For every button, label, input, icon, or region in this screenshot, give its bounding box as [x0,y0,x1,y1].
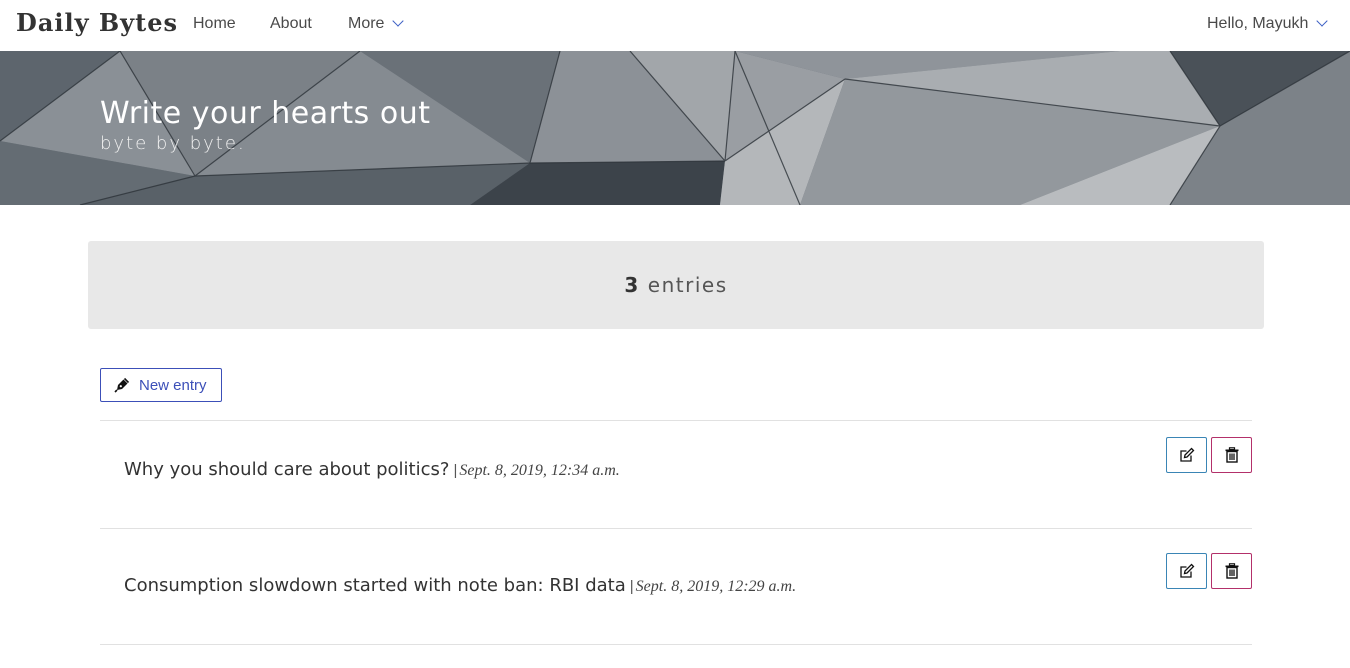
entry-separator: | [629,578,634,595]
entry-title[interactable]: Consumption slowdown started with note b… [124,575,626,596]
entry-date: Sept. 8, 2019, 12:34 a.m. [459,462,620,479]
brand-logo[interactable]: Daily Bytes [16,8,178,37]
list-divider [100,420,1252,421]
list-divider [100,528,1252,529]
hero-banner: Write your hearts out byte by byte. [0,51,1350,205]
entries-count-number: 3 [624,273,640,297]
nav-dropdown-more[interactable]: More [348,15,405,33]
edit-entry-button[interactable] [1166,437,1207,473]
edit-icon [1179,447,1194,462]
edit-icon [1179,563,1194,578]
entry-separator: | [453,462,458,479]
entries-count-label: entries [647,273,728,297]
chevron-down-icon [392,15,405,27]
trash-icon [1225,563,1238,579]
entry-row-2: Consumption slowdown started with note b… [124,575,796,596]
nav-link-more-label: More [348,15,385,32]
user-menu-dropdown[interactable]: Hello, Mayukh [1207,15,1329,33]
entry-date: Sept. 8, 2019, 12:29 a.m. [635,578,797,595]
list-divider [100,644,1252,645]
entry-row-1: Why you should care about politics? | Sept… [124,459,620,480]
nav-link-about[interactable]: About [270,15,312,33]
entries-count-panel: 3 entries [88,241,1264,329]
hero-subtitle: byte by byte. [100,133,246,154]
edit-entry-button[interactable] [1166,553,1207,589]
hero-title: Write your hearts out [100,96,431,131]
delete-entry-button[interactable] [1211,553,1252,589]
top-navbar: Daily Bytes Home About More Hello, Mayuk… [0,0,1350,51]
delete-entry-button[interactable] [1211,437,1252,473]
chevron-down-icon [1316,15,1329,27]
entry-title[interactable]: Why you should care about politics? [124,459,449,480]
pen-icon [114,377,130,393]
new-entry-button[interactable]: New entry [100,368,222,402]
trash-icon [1225,447,1238,463]
new-entry-label: New entry [139,376,207,394]
user-greeting: Hello, Mayukh [1207,15,1309,32]
nav-link-home[interactable]: Home [193,15,236,33]
